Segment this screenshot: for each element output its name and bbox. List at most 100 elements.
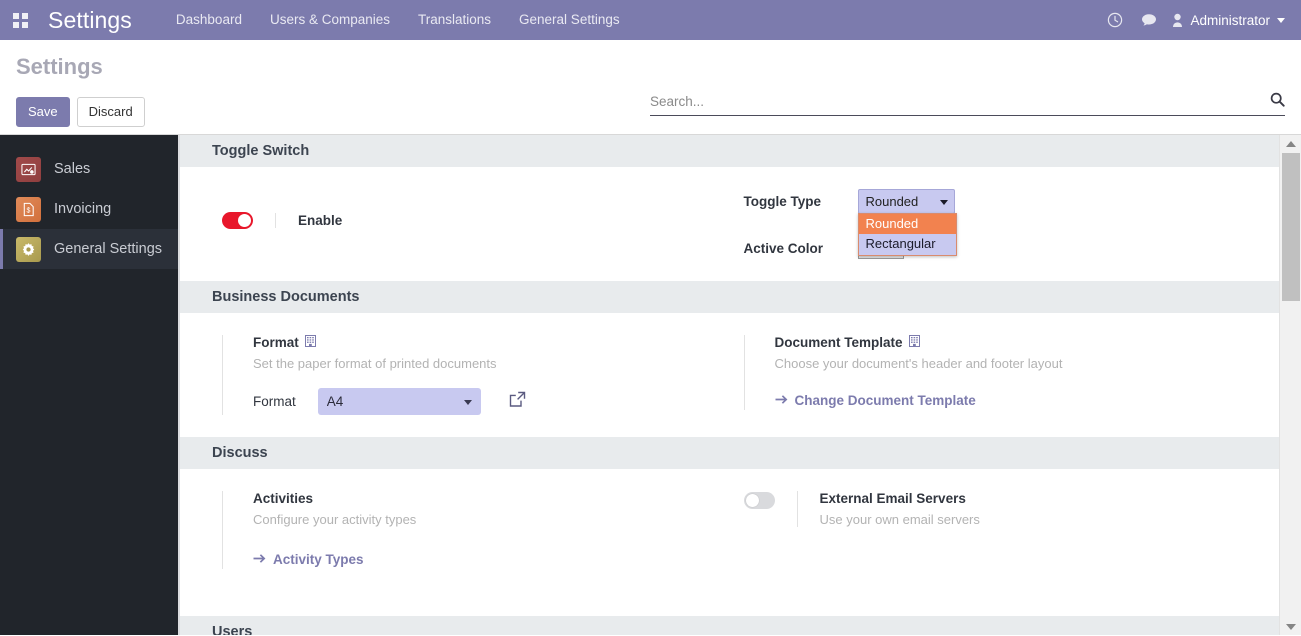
format-field-row: Format A4 <box>253 388 730 415</box>
section-header-discuss: Discuss <box>180 437 1279 469</box>
document-template-title-row: Document Template <box>775 335 1280 350</box>
nav-item-users-companies[interactable]: Users & Companies <box>256 0 404 40</box>
activities-title: Activities <box>253 491 314 506</box>
section-header-business-documents: Business Documents <box>180 281 1279 313</box>
sidebar: Sales $ Invoicing General Settings <box>0 135 178 635</box>
external-email-col: External Email Servers Use your own emai… <box>730 469 1280 591</box>
toggle-type-option-rounded[interactable]: Rounded <box>858 214 956 235</box>
messages-chat-icon[interactable] <box>1132 0 1166 40</box>
action-buttons: Save Discard <box>16 97 145 127</box>
external-email-text: External Email Servers Use your own emai… <box>796 491 980 527</box>
document-template-col: Document Template Choose your document's… <box>730 313 1280 437</box>
settings-page: Toggle Switch Enable Toggle Type Rounded… <box>178 135 1279 635</box>
toggle-switch-left-col: Enable <box>180 167 730 281</box>
enable-setting-row: Enable <box>222 189 730 229</box>
activities-inner: Activities Configure your activity types… <box>222 491 730 569</box>
change-document-template-link[interactable]: Change Document Template <box>775 393 976 408</box>
magnifier-icon[interactable] <box>1270 92 1285 111</box>
toggle-type-selected-value: Rounded <box>865 194 919 209</box>
section-body-discuss: Activities Configure your activity types… <box>180 469 1279 591</box>
document-template-description: Choose your document's header and footer… <box>774 356 1063 371</box>
discard-button[interactable]: Discard <box>76 97 145 127</box>
sidebar-item-sales[interactable]: Sales <box>0 149 178 189</box>
activity-types-link[interactable]: Activity Types <box>253 552 364 567</box>
enable-label: Enable <box>275 212 342 228</box>
toggle-type-row: Toggle Type Rounded Rounded Rectangular <box>743 189 1280 256</box>
toggle-switch-right-col: Toggle Type Rounded Rounded Rectangular <box>730 167 1280 281</box>
section-body-toggle-switch: Enable Toggle Type Rounded Rounded Recta… <box>180 167 1279 281</box>
format-title-row: Format <box>253 335 730 350</box>
user-name-label: Administrator <box>1190 12 1270 28</box>
activities-description: Configure your activity types <box>253 512 417 527</box>
document-template-inner: Document Template Choose your document's… <box>743 335 1280 410</box>
svg-text:$: $ <box>27 207 31 214</box>
format-field-label: Format <box>253 394 296 409</box>
enable-toggle[interactable] <box>222 212 253 229</box>
external-email-description: Use your own email servers <box>819 512 980 527</box>
arrow-right-icon <box>775 393 788 408</box>
building-icon <box>304 335 316 350</box>
chevron-down-icon <box>1277 17 1285 23</box>
external-email-title: External Email Servers <box>819 491 966 506</box>
sidebar-item-general-settings[interactable]: General Settings <box>0 229 178 269</box>
apps-grid-icon <box>12 12 28 28</box>
nav-item-translations[interactable]: Translations <box>404 0 505 40</box>
save-button[interactable]: Save <box>16 97 70 127</box>
scroll-down-button[interactable] <box>1280 618 1301 635</box>
format-select[interactable]: A4 <box>317 388 481 415</box>
chevron-down-icon <box>939 199 948 205</box>
search-bar <box>650 92 1285 116</box>
document-template-title: Document Template <box>774 335 903 350</box>
format-select-wrapper: A4 <box>317 388 481 415</box>
scrollbar-thumb[interactable] <box>1282 153 1300 301</box>
building-icon <box>908 335 920 350</box>
app-brand-title: Settings <box>48 6 132 33</box>
sales-chart-icon <box>16 156 41 182</box>
sidebar-item-invoicing[interactable]: $ Invoicing <box>0 189 178 229</box>
vertical-scrollbar[interactable] <box>1279 135 1301 635</box>
body-wrapper: Sales $ Invoicing General Settings Toggl… <box>0 135 1301 635</box>
user-menu-button[interactable]: Administrator <box>1166 0 1295 40</box>
top-navbar: Settings Dashboard Users & Companies Tra… <box>0 0 1301 40</box>
nav-item-dashboard[interactable]: Dashboard <box>162 0 256 40</box>
activities-col: Activities Configure your activity types… <box>180 469 730 591</box>
active-color-row: Active Color <box>744 238 1280 259</box>
navbar-menu: Dashboard Users & Companies Translations… <box>162 0 634 40</box>
triangle-up-icon <box>1285 140 1296 147</box>
arrow-right-icon <box>253 552 266 567</box>
toggle-type-dropdown-button[interactable]: Rounded <box>857 189 955 214</box>
toggle-type-option-list: Rounded Rectangular <box>857 213 957 256</box>
control-panel: Settings Save Discard <box>0 40 1301 135</box>
sidebar-item-label: Invoicing <box>54 201 112 217</box>
active-color-label: Active Color <box>743 241 824 256</box>
external-email-toggle[interactable] <box>743 492 775 509</box>
toggle-type-option-rectangular[interactable]: Rectangular <box>859 234 956 254</box>
user-avatar-icon <box>1173 13 1183 27</box>
section-header-users: Users <box>180 616 1279 635</box>
change-document-template-label: Change Document Template <box>794 393 976 408</box>
sidebar-item-label: General Settings <box>54 241 163 257</box>
toggle-type-dropdown: Rounded Rounded Rectangular <box>857 189 957 256</box>
gear-icon <box>16 236 41 262</box>
external-email-row: External Email Servers Use your own emai… <box>743 491 1280 527</box>
format-description: Set the paper format of printed document… <box>253 356 497 371</box>
navbar-right-tools: Administrator <box>1098 0 1295 40</box>
search-input[interactable] <box>650 94 1262 109</box>
scroll-up-button[interactable] <box>1280 135 1301 152</box>
invoice-document-icon: $ <box>16 196 41 222</box>
triangle-down-icon <box>1285 623 1296 630</box>
toggle-type-label: Toggle Type <box>743 194 822 209</box>
external-link-icon[interactable] <box>509 391 526 413</box>
format-title: Format <box>253 335 299 350</box>
format-setting-col: Format Set the paper format of printed d… <box>180 313 730 437</box>
toggle-switch-right-inner: Toggle Type Rounded Rounded Rectangular <box>744 189 1280 259</box>
apps-launcher-button[interactable] <box>0 0 40 40</box>
format-setting-inner: Format Set the paper format of printed d… <box>222 335 730 415</box>
settings-content-area: Toggle Switch Enable Toggle Type Rounded… <box>178 135 1301 635</box>
activity-types-label: Activity Types <box>273 552 364 567</box>
section-body-business-documents: Format Set the paper format of printed d… <box>180 313 1279 437</box>
breadcrumb: Settings <box>16 54 103 79</box>
sidebar-item-label: Sales <box>54 161 91 177</box>
nav-item-general-settings[interactable]: General Settings <box>505 0 634 40</box>
activity-clock-icon[interactable] <box>1098 0 1132 40</box>
